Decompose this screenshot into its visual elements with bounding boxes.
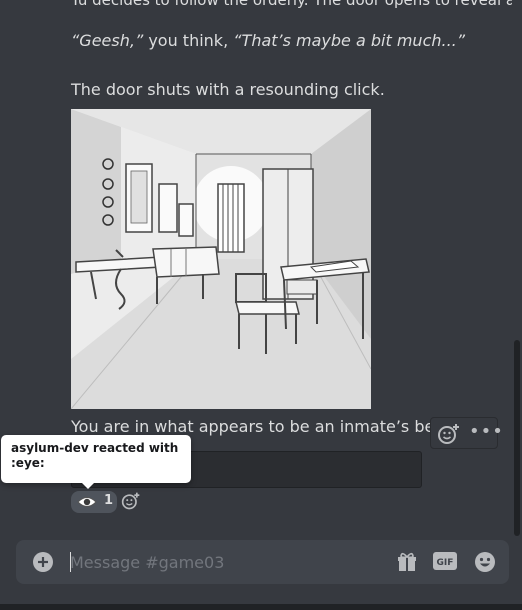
message-line-door: The door shuts with a resounding click. bbox=[71, 80, 385, 99]
add-reaction-button[interactable] bbox=[437, 422, 463, 446]
bedroom-illustration-art bbox=[70, 109, 372, 410]
reaction-count: 1 bbox=[104, 493, 114, 508]
text-caret bbox=[70, 552, 71, 572]
eye-icon bbox=[77, 497, 97, 507]
message-input[interactable] bbox=[70, 550, 370, 574]
message-line-location: You are in what appears to be an inmate’… bbox=[71, 417, 461, 436]
gift-button[interactable] bbox=[396, 551, 418, 573]
attach-button[interactable] bbox=[33, 552, 53, 572]
gif-button[interactable]: GIF bbox=[433, 552, 457, 570]
chat-viewport: Tu decides to follow the orderly. The do… bbox=[0, 0, 522, 610]
bedroom-illustration[interactable] bbox=[70, 109, 372, 410]
reaction-tooltip: asylum-dev reacted with :eye: bbox=[1, 435, 191, 483]
plus-circle-icon bbox=[33, 552, 53, 572]
scrollbar-thumb[interactable] bbox=[514, 340, 520, 536]
add-reaction-small-button[interactable] bbox=[121, 491, 141, 511]
bottom-edge bbox=[0, 604, 522, 610]
emoji-button[interactable] bbox=[474, 551, 496, 573]
add-reaction-icon bbox=[121, 492, 140, 510]
quote-part-1: “Geesh,” bbox=[71, 31, 144, 50]
gift-icon bbox=[398, 552, 416, 571]
add-reaction-icon bbox=[438, 424, 459, 444]
more-icon: ••• bbox=[469, 421, 504, 442]
message-line-quote: “Geesh,” you think, “That’s maybe a bit … bbox=[71, 31, 465, 50]
reaction-tooltip-arrow bbox=[81, 482, 95, 489]
message-composer: GIF bbox=[16, 540, 509, 584]
message-line-cut-off: Tu decides to follow the orderly. The do… bbox=[71, 0, 512, 9]
gif-label: GIF bbox=[437, 558, 454, 568]
message-hover-toolbar: ••• bbox=[430, 417, 503, 449]
message-list: Tu decides to follow the orderly. The do… bbox=[0, 0, 512, 530]
quote-part-3: “That’s maybe a bit much...” bbox=[233, 31, 466, 50]
emoji-icon bbox=[475, 552, 495, 572]
gif-icon: GIF bbox=[433, 552, 457, 570]
quote-part-2: you think, bbox=[143, 31, 234, 50]
more-button[interactable]: ••• bbox=[469, 422, 503, 446]
